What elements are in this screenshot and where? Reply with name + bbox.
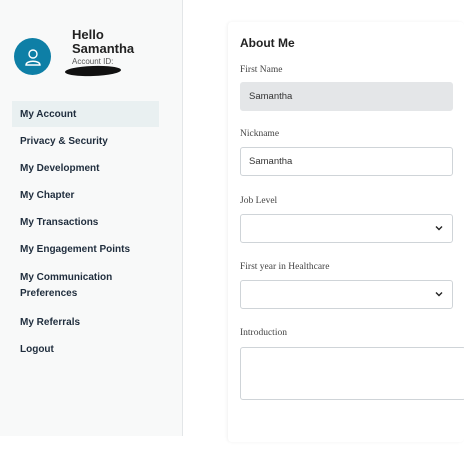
nav-item-label-line1: My Communication [20,272,113,283]
nav-item-label: My Transactions [20,217,99,228]
about-me-panel: About Me First Name Samantha Nickname Sa… [228,22,464,442]
nickname-field[interactable]: Samantha [240,147,453,176]
chevron-down-icon [435,292,443,297]
greeting: Hello Samantha [72,28,134,56]
chevron-down-icon [435,226,443,231]
job-level-label: Job Level [240,196,278,206]
nav-item-my-transactions[interactable]: My Transactions [12,216,159,229]
nav-item-label: My Referrals [20,317,81,328]
nav-item-my-chapter[interactable]: My Chapter [12,189,159,202]
nav-item-my-communication-preferences[interactable]: My Communication Preferences [12,270,159,302]
nickname-value: Samantha [249,156,293,167]
panel-title: About Me [240,36,295,50]
job-level-select[interactable] [240,214,453,243]
nav-item-label: My Engagement Points [20,244,131,255]
introduction-textarea[interactable] [240,347,464,400]
nav-item-privacy-security[interactable]: Privacy & Security [12,135,159,148]
nav-item-label-line2: Preferences [20,288,78,299]
avatar[interactable] [14,38,51,75]
first-name-label: First Name [240,65,283,75]
nav-item-my-referrals[interactable]: My Referrals [12,316,159,329]
nav-item-logout[interactable]: Logout [12,343,159,356]
nav-item-my-account[interactable]: My Account [12,101,159,127]
first-name-value: Samantha [249,91,293,102]
first-name-field: Samantha [240,82,453,111]
first-year-select[interactable] [240,280,453,309]
greeting-hello: Hello [72,27,104,42]
introduction-label: Introduction [240,328,287,338]
account-id-label: Account ID: [72,57,114,66]
nav-item-label: Privacy & Security [20,136,108,147]
user-icon [24,48,41,66]
greeting-name: Samantha [72,41,135,56]
nav-item-my-development[interactable]: My Development [12,162,159,175]
nav-item-label: My Account [20,109,77,120]
nav-item-label: Logout [20,344,54,355]
nav-item-label: My Chapter [20,190,75,201]
account-sidebar: Hello Samantha Account ID: My Account Pr… [0,0,183,436]
first-year-label: First year in Healthcare [240,262,330,272]
nickname-label: Nickname [240,129,280,139]
nav-item-my-engagement-points[interactable]: My Engagement Points [12,243,159,256]
nav-item-label: My Development [20,163,100,174]
account-nav: My Account Privacy & Security My Develop… [12,101,159,356]
